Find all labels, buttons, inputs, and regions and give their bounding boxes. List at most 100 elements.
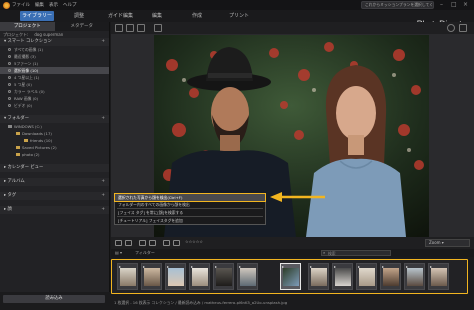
import-button[interactable]: 読み込み (3, 295, 105, 303)
thumbnail[interactable]: ▸ (189, 263, 210, 290)
collection-item[interactable]: 5 つ星 (0) (0, 81, 109, 88)
menu-detect-faces-folder[interactable]: フォルダー内のすべての画像から顔を検出 (115, 201, 265, 208)
thumbnail[interactable]: ▸ (117, 263, 138, 290)
zoom-tool-icon[interactable] (447, 24, 455, 32)
hand-tool-icon[interactable] (459, 24, 467, 32)
tab-guided-edit[interactable]: ガイド編集 (108, 11, 133, 21)
thumbnail[interactable]: ▸ (428, 263, 449, 290)
folder-label: photo (2) (22, 152, 40, 157)
add-icon[interactable]: + (101, 192, 105, 200)
collection-item-selected[interactable]: 選択画像 (10) (0, 67, 109, 74)
folder-icon (16, 153, 20, 156)
search-input[interactable]: 検索 (321, 250, 391, 256)
thumbnail[interactable]: ▸ (380, 263, 401, 290)
search-placeholder: 検索 (328, 251, 336, 256)
crop-icon[interactable] (154, 24, 162, 32)
add-icon[interactable]: + (101, 115, 105, 123)
prev-photo-icon[interactable] (139, 240, 146, 246)
collection-item[interactable]: 5ファーン (1) (0, 60, 109, 67)
folder-item[interactable]: Downloads (17) (0, 130, 109, 137)
thumbnail-image (120, 268, 136, 286)
calendar-view-header[interactable]: ▸ カレンダー ビュー (0, 164, 109, 172)
photo-viewer: 選択された写真から顔を検出(Ctrl+F) フォルダー内のすべての画像から顔を検… (111, 34, 474, 237)
menu-tutorial-add-face-tag[interactable]: [チュートリアル] フェイスタグを追加 (115, 217, 265, 224)
folders-header[interactable]: ▾ フォルダー + (0, 115, 109, 123)
maximize-icon[interactable]: □ (451, 1, 457, 8)
folders-title: フォルダー (7, 116, 30, 121)
thumbnail-image (311, 268, 327, 286)
next-photo-icon[interactable] (149, 240, 156, 246)
rotate-right-icon[interactable] (173, 240, 180, 246)
menu-detect-faces-selected[interactable]: 選択された写真から顔を検出(Ctrl+F) (114, 193, 266, 202)
single-view-icon[interactable] (126, 24, 134, 32)
thumbnail[interactable]: ▸ (237, 263, 258, 290)
mission-notice[interactable]: これからミッションプランを選択してください (361, 1, 434, 9)
add-icon[interactable]: + (101, 38, 105, 46)
compare-icon[interactable] (125, 240, 132, 246)
tab-metadata[interactable]: メタデータ (55, 22, 110, 31)
face-header[interactable]: ▸ 顔 + (0, 206, 109, 214)
rotate-left-icon[interactable] (163, 240, 170, 246)
tag-label: タグ (7, 193, 17, 198)
menu-file[interactable]: ファイル (12, 2, 30, 8)
thumbnail-image (431, 268, 447, 286)
collection-label: 選択画像 (10) (14, 68, 39, 73)
add-icon[interactable]: + (101, 206, 105, 214)
collection-icon (8, 97, 11, 100)
folder-item[interactable]: photo (2) (0, 151, 109, 158)
collection-item[interactable]: RAW 画像 (0) (0, 95, 109, 102)
tab-adjust[interactable]: 調整 (74, 11, 84, 21)
thumbnail[interactable]: ▸ (332, 263, 353, 290)
thumbnail-image (359, 268, 375, 286)
rating-stars-icon[interactable]: ☆☆☆☆☆ (185, 239, 203, 245)
minimize-icon[interactable]: – (440, 1, 443, 8)
filter-label[interactable]: フィルター (135, 249, 155, 257)
tag-header[interactable]: ▸ タグ + (0, 192, 109, 200)
collection-label: 4 つ星以上 (1) (14, 75, 40, 80)
tab-create[interactable]: 作成 (192, 11, 202, 21)
thumbnail-image (383, 268, 399, 286)
folder-item[interactable]: friends (10) (0, 137, 109, 144)
close-icon[interactable]: × (463, 1, 468, 8)
sort-icon[interactable]: ▤ ▾ (115, 249, 122, 257)
tab-library[interactable]: ライブラリー (20, 11, 54, 21)
project-name: dog superman (34, 32, 64, 37)
thumbnail[interactable]: ▸ (141, 263, 162, 290)
collection-item[interactable]: ビデオ (0) (0, 102, 109, 109)
folder-label: Saved Pictures (2) (22, 145, 57, 150)
menu-face-tag-search[interactable]: [フェイス タグ] を常に[顔]を検索する (115, 209, 265, 216)
folder-item[interactable]: WINDOWS (C:) (0, 123, 109, 130)
filter-bar: ▤ ▾ フィルター 検索 ⌕ (111, 249, 474, 257)
album-header[interactable]: ▸ アルバム + (0, 178, 109, 186)
menu-edit[interactable]: 編集 (35, 2, 44, 8)
thumbnail-selected[interactable]: ▸ (280, 263, 301, 290)
thumbnail[interactable]: ▸ (404, 263, 425, 290)
tab-print[interactable]: プリント (229, 11, 249, 21)
collection-item[interactable]: すべての画像 (1) (0, 46, 109, 53)
collection-item[interactable]: 4 つ星以上 (1) (0, 74, 109, 81)
folder-item[interactable]: Saved Pictures (2) (0, 144, 109, 151)
single-photo-icon[interactable] (115, 240, 122, 246)
project-row[interactable]: プロジェクト: dog superman (0, 31, 109, 38)
thumbnail[interactable]: ▸ (165, 263, 186, 290)
tab-edit[interactable]: 編集 (152, 11, 162, 21)
status-bar: 1 枚選択 - 16 枚表示 コレクション / 最新読み込み / matheus… (111, 295, 474, 310)
thumbnail[interactable]: ▸ (356, 263, 377, 290)
thumbnail-image (335, 268, 351, 286)
grid-view-icon[interactable] (115, 24, 123, 32)
smart-collection-header[interactable]: ▾ スマート コレクション + (0, 38, 109, 46)
project-label: プロジェクト: (3, 32, 29, 37)
thumbnail[interactable]: ▸ (308, 263, 329, 290)
tab-project[interactable]: プロジェクト (0, 22, 55, 31)
collection-item[interactable]: カラー ラベル (0) (0, 88, 109, 95)
menu-view[interactable]: 表示 (49, 2, 58, 8)
compare-view-icon[interactable] (137, 24, 145, 32)
zoom-select[interactable]: Zoom ▾ (425, 239, 470, 247)
calendar-view-label: カレンダー ビュー (7, 165, 44, 170)
collection-item[interactable]: 最近撮影 (3) (0, 53, 109, 60)
add-icon[interactable]: + (101, 178, 105, 186)
filmstrip: ▸ ▸ ▸ ▸ ▸ ▸ ▸ ▸ ▸ ▸ ▸ ▸ ▸ (111, 259, 468, 294)
collection-icon (8, 76, 11, 79)
menu-help[interactable]: ヘルプ (63, 2, 77, 8)
thumbnail[interactable]: ▸ (213, 263, 234, 290)
